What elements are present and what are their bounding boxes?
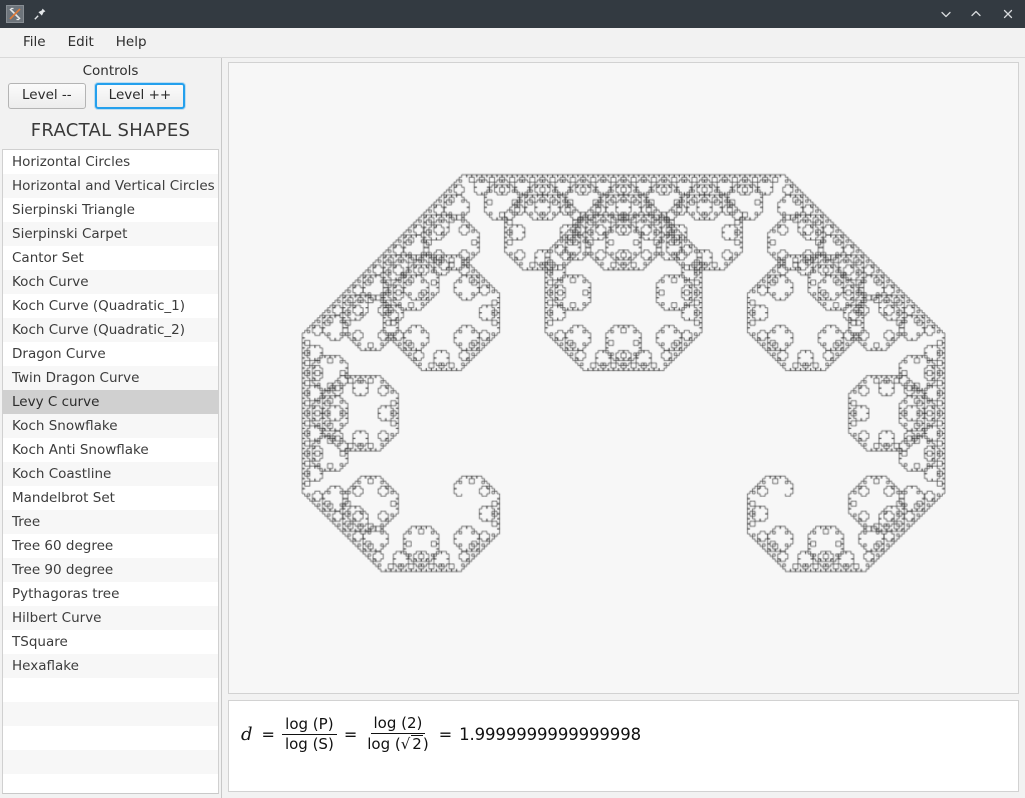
pin-icon[interactable] <box>32 6 48 22</box>
list-item-empty <box>3 701 218 726</box>
formula-fraction-general: log (P) log (S) <box>282 715 337 754</box>
list-item-label: Sierpinski Carpet <box>12 225 128 242</box>
list-item[interactable]: Pythagoras tree <box>3 581 218 606</box>
menu-item-file[interactable]: File <box>12 33 57 53</box>
chevron-down-icon[interactable] <box>931 0 961 28</box>
level-down-button[interactable]: Level -- <box>8 83 86 109</box>
list-item-label: Twin Dragon Curve <box>12 369 140 386</box>
list-item[interactable]: Hilbert Curve <box>3 605 218 630</box>
menu-item-help[interactable]: Help <box>105 33 158 53</box>
list-item-empty <box>3 677 218 702</box>
menu-item-edit[interactable]: Edit <box>57 33 105 53</box>
formula-result: 1.9999999999999998 <box>459 724 642 744</box>
level-up-button[interactable]: Level ++ <box>94 83 186 109</box>
list-item-empty <box>3 773 218 793</box>
list-item[interactable]: Twin Dragon Curve <box>3 365 218 390</box>
formula-fraction-general-numerator: log (P) <box>282 715 337 735</box>
fractal-render-canvas[interactable] <box>229 63 1018 693</box>
sidebar-panel: Controls Level -- Level ++ FRACTAL SHAPE… <box>0 58 222 798</box>
list-item-label: Tree 60 degree <box>12 537 114 554</box>
list-item[interactable]: Horizontal Circles <box>3 149 218 174</box>
list-item-label: Pythagoras tree <box>12 585 120 602</box>
list-item-label: Tree <box>12 513 41 530</box>
list-item[interactable]: Koch Curve (Quadratic_2) <box>3 317 218 342</box>
menu-bar: File Edit Help <box>0 28 1025 58</box>
list-item[interactable]: Horizontal and Vertical Circles <box>3 173 218 198</box>
list-item-label: Horizontal Circles <box>12 153 131 170</box>
formula-radicand: 2 <box>411 735 423 754</box>
list-item-label: Koch Curve (Quadratic_1) <box>12 297 186 314</box>
list-item[interactable]: Cantor Set <box>3 245 218 270</box>
controls-button-row: Level -- Level ++ <box>0 83 221 115</box>
list-item[interactable]: Mandelbrot Set <box>3 485 218 510</box>
formula-log-close: ) <box>422 735 429 754</box>
list-item-label: Hilbert Curve <box>12 609 102 626</box>
list-item-label: Sierpinski Triangle <box>12 201 135 218</box>
formula-variable: d <box>241 723 253 745</box>
formula-fraction-values-denominator: log (√ 2) <box>364 734 431 753</box>
list-item[interactable]: Tree 90 degree <box>3 557 218 582</box>
list-item[interactable]: Koch Curve <box>3 269 218 294</box>
fractal-dimension-formula: d = log (P) log (S) = log (2) log (√ 2) = <box>241 714 642 754</box>
list-item-label: Hexaflake <box>12 657 79 674</box>
list-item[interactable]: Tree <box>3 509 218 534</box>
list-item-label: Koch Coastline <box>12 465 112 482</box>
list-item-empty <box>3 725 218 750</box>
list-item[interactable]: Levy C curve <box>3 389 218 414</box>
list-item-label: Koch Snowflake <box>12 417 118 434</box>
list-item[interactable]: Hexaflake <box>3 653 218 678</box>
list-item[interactable]: Tree 60 degree <box>3 533 218 558</box>
list-item[interactable]: Koch Snowflake <box>3 413 218 438</box>
x11-logo-icon <box>6 5 24 23</box>
close-icon[interactable] <box>991 0 1025 28</box>
formula-equals-1: = <box>261 724 275 744</box>
list-item[interactable]: Sierpinski Carpet <box>3 221 218 246</box>
list-item-label: TSquare <box>12 633 68 650</box>
fractal-canvas-area[interactable] <box>228 62 1019 694</box>
fractal-shapes-list[interactable]: Horizontal Circles Horizontal and Vertica… <box>2 148 219 794</box>
title-bar-left-icons <box>6 5 48 23</box>
list-item[interactable]: TSquare <box>3 629 218 654</box>
formula-log-open: log ( <box>367 735 401 754</box>
list-item-empty <box>3 749 218 774</box>
list-item[interactable]: Koch Anti Snowflake <box>3 437 218 462</box>
list-item-label: Koch Curve <box>12 273 89 290</box>
sqrt-icon: √ <box>400 735 411 754</box>
list-item[interactable]: Koch Coastline <box>3 461 218 486</box>
dimension-formula-panel: d = log (P) log (S) = log (2) log (√ 2) = <box>228 700 1019 792</box>
list-item-label: Mandelbrot Set <box>12 489 115 506</box>
controls-title: Controls <box>82 63 139 79</box>
list-item-label: Cantor Set <box>12 249 84 266</box>
fractal-shapes-heading: FRACTAL SHAPES <box>30 119 191 141</box>
formula-fraction-values-numerator: log (2) <box>370 714 426 735</box>
title-bar <box>0 0 1025 28</box>
list-item[interactable]: Koch Curve (Quadratic_1) <box>3 293 218 318</box>
formula-fraction-values: log (2) log (√ 2) <box>364 714 431 754</box>
list-item-label: Tree 90 degree <box>12 561 114 578</box>
list-item-label: Levy C curve <box>12 393 100 410</box>
list-item-label: Koch Anti Snowflake <box>12 441 149 458</box>
list-item[interactable]: Dragon Curve <box>3 341 218 366</box>
list-item-label: Dragon Curve <box>12 345 106 362</box>
chevron-up-icon[interactable] <box>961 0 991 28</box>
formula-equals-3: = <box>438 724 453 744</box>
list-item-label: Koch Curve (Quadratic_2) <box>12 321 186 338</box>
formula-fraction-general-denominator: log (S) <box>284 734 334 753</box>
window-controls <box>931 0 1025 28</box>
list-item[interactable]: Sierpinski Triangle <box>3 197 218 222</box>
right-panel: d = log (P) log (S) = log (2) log (√ 2) = <box>222 58 1025 798</box>
application-window: File Edit Help Controls Level -- Level +… <box>0 0 1025 798</box>
main-content: Controls Level -- Level ++ FRACTAL SHAPE… <box>0 58 1025 798</box>
list-item-label: Horizontal and Vertical Circles <box>12 177 215 194</box>
formula-equals-2: = <box>343 724 358 744</box>
